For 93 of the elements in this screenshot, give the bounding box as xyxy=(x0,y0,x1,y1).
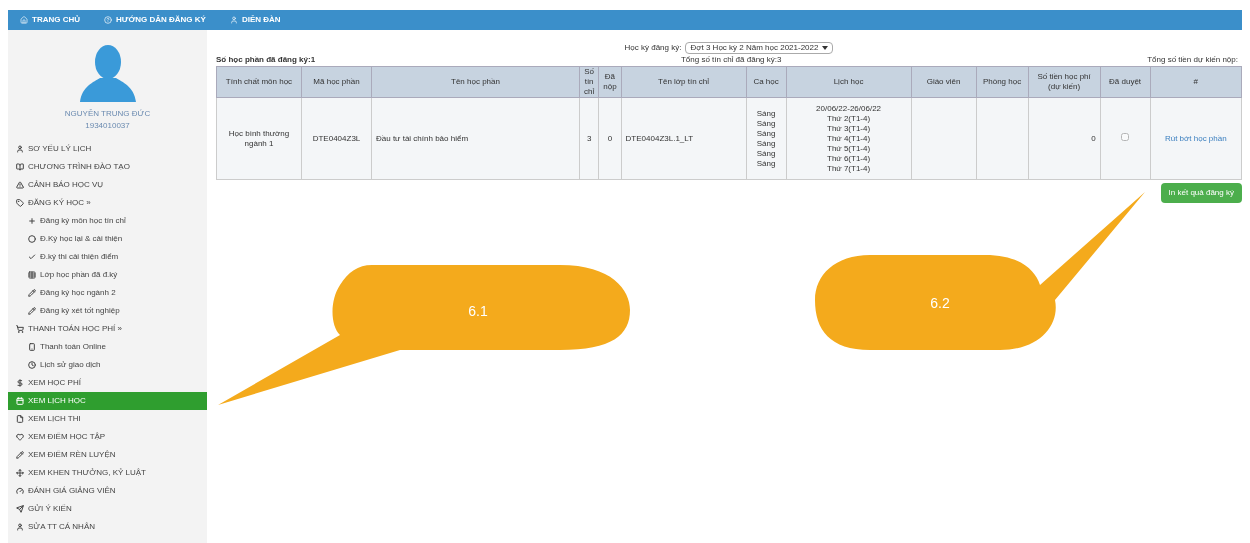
menu-icon xyxy=(28,217,36,225)
table-cell: DTE0404Z3L.1_LT xyxy=(621,97,747,180)
schedule-text: Thứ 7(T1-4) xyxy=(826,163,872,174)
table-cell: Học bình thường ngành 1 xyxy=(216,97,302,180)
menu-icon xyxy=(16,397,24,405)
table-cell: 0 xyxy=(598,97,622,180)
menu-icon xyxy=(16,325,24,333)
schedule-text: Thứ 6(T1-4) xyxy=(826,153,872,164)
column-header: # xyxy=(1150,66,1242,98)
column-header: Đã nộp xyxy=(598,66,622,98)
schedule-text: Thứ 4(T1-4) xyxy=(826,133,872,144)
student-id: 1934010037 xyxy=(85,120,130,132)
table-cell: 0 xyxy=(1028,97,1101,180)
caret-icon xyxy=(822,46,829,50)
menu-icon xyxy=(16,145,24,153)
sidebar-item[interactable]: CHƯƠNG TRÌNH ĐÀO TẠO xyxy=(8,158,207,176)
withdraw-course-link[interactable]: Rút bớt học phần xyxy=(1164,133,1227,143)
schedule-text: Thứ 2(T1-4) xyxy=(826,113,872,124)
column-header: Ca học xyxy=(746,66,787,98)
table-cell: Đầu tư tài chính bảo hiểm xyxy=(371,97,580,180)
column-header: Lịch học xyxy=(786,66,912,98)
menu-icon xyxy=(28,271,36,279)
menu-icon xyxy=(16,523,24,531)
menu-icon xyxy=(16,415,24,423)
menu-icon xyxy=(16,505,24,513)
table-cell: DTE0404Z3L xyxy=(301,97,372,180)
column-header: Tên lớp tín chỉ xyxy=(621,66,747,98)
column-header: Số tiền học phí (dự kiến) xyxy=(1028,66,1101,98)
column-header: Phòng học xyxy=(976,66,1029,98)
nav-icon xyxy=(229,16,238,24)
sidebar-item[interactable]: Đăng ký xét tốt nghiệp xyxy=(8,302,207,320)
shift-text: Sáng xyxy=(755,118,777,129)
column-header: Đã duyệt xyxy=(1100,66,1151,98)
sidebar-item[interactable]: XEM HỌC PHÍ xyxy=(8,374,207,392)
semester-label: Học kỳ đăng ký: xyxy=(624,42,682,54)
nav-link[interactable]: HƯỚNG DẪN ĐĂNG KÝ xyxy=(104,14,206,26)
estimated-fee-total: Tổng số tiền dự kiến nộp: xyxy=(1147,54,1238,66)
column-header: Tính chất môn học xyxy=(216,66,302,98)
sidebar-item[interactable]: Lớp học phần đã đ.ký xyxy=(8,266,207,284)
table-cell: 3 xyxy=(579,97,599,180)
sidebar-item[interactable]: Đăng ký học ngành 2 xyxy=(8,284,207,302)
sidebar-item[interactable]: Đ.ký thi cải thiện điểm xyxy=(8,248,207,266)
sidebar-item[interactable]: ĐÁNH GIÁ GIẢNG VIÊN xyxy=(8,482,207,500)
menu-icon xyxy=(28,289,36,297)
sidebar-item[interactable]: THANH TOÁN HỌC PHÍ » xyxy=(8,320,207,338)
sidebar-item[interactable]: ĐĂNG KÝ HỌC » xyxy=(8,194,207,212)
sidebar-item[interactable]: Thanh toán Online xyxy=(8,338,207,356)
nav-link[interactable]: DIỄN ĐÀN xyxy=(229,14,281,26)
menu-icon xyxy=(28,253,36,261)
menu-icon xyxy=(28,343,36,351)
menu-icon xyxy=(16,487,24,495)
column-header: Giáo viên xyxy=(911,66,977,98)
menu-icon xyxy=(16,433,24,441)
nav-link[interactable]: TRANG CHỦ xyxy=(20,14,80,26)
sidebar-item[interactable]: Lịch sử giao dịch xyxy=(8,356,207,374)
shift-text: Sáng xyxy=(755,138,777,149)
callout-label: 6.2 xyxy=(930,295,950,311)
student-name: NGUYỄN TRUNG ĐỨC xyxy=(64,108,151,120)
callout-label: 6.1 xyxy=(468,303,488,319)
shift-text: Sáng xyxy=(755,108,777,119)
menu-icon xyxy=(16,199,24,207)
menu-icon xyxy=(28,361,36,369)
sidebar-item[interactable]: SỬA TT CÁ NHÂN xyxy=(8,518,207,536)
nav-icon xyxy=(20,16,28,24)
sidebar-item[interactable]: GỬI Ý KIẾN xyxy=(8,500,207,518)
sidebar-item[interactable]: XEM LỊCH THI xyxy=(8,410,207,428)
column-header: Tên học phần xyxy=(371,66,580,98)
sidebar-item[interactable]: Đ.Ký học lại & cải thiện xyxy=(8,230,207,248)
shift-text: Sáng xyxy=(755,158,777,169)
nav-icon xyxy=(104,16,112,24)
registered-courses-count: Số học phần đã đăng ký:1 xyxy=(216,54,316,66)
avatar-icon xyxy=(77,42,138,104)
schedule-text: 20/06/22-26/06/22 xyxy=(815,103,883,114)
schedule-text: Thứ 3(T1-4) xyxy=(826,123,872,134)
menu-icon xyxy=(28,307,36,315)
sidebar-item[interactable]: Đăng ký môn học tín chỉ xyxy=(8,212,207,230)
sidebar-item[interactable]: XEM ĐIỂM RÈN LUYỆN xyxy=(8,446,207,464)
menu-icon xyxy=(16,469,24,477)
menu-icon xyxy=(16,379,24,387)
menu-icon xyxy=(16,181,24,189)
sidebar-item[interactable]: SƠ YẾU LÝ LỊCH xyxy=(8,140,207,158)
sidebar-item[interactable]: XEM ĐIỂM HỌC TẬP xyxy=(8,428,207,446)
menu-icon xyxy=(16,451,24,459)
sidebar-item[interactable]: CẢNH BÁO HỌC VỤ xyxy=(8,176,207,194)
shift-text: Sáng xyxy=(755,148,777,159)
shift-text: Sáng xyxy=(755,128,777,139)
menu-icon xyxy=(16,163,24,171)
schedule-text: Thứ 5(T1-4) xyxy=(826,143,872,154)
menu-icon xyxy=(28,235,36,243)
sidebar-item[interactable]: XEM KHEN THƯỞNG, KỶ LUẬT xyxy=(8,464,207,482)
column-header: Mã học phần xyxy=(301,66,372,98)
semester-select[interactable]: Đợt 3 Học kỳ 2 Năm học 2021-2022 xyxy=(685,42,834,54)
registered-credits-total: Tổng số tín chỉ đã đăng ký:3 xyxy=(680,54,782,66)
